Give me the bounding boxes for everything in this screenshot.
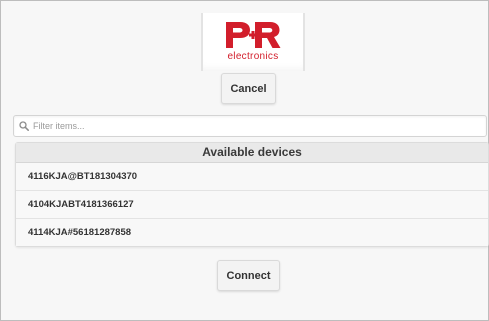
device-list-item[interactable]: 4104KJABT4181366127 (16, 191, 488, 219)
filter-search-box[interactable] (13, 115, 487, 137)
pr-logo-mark (226, 22, 281, 48)
filter-input[interactable] (33, 116, 473, 136)
connect-button[interactable]: Connect (217, 260, 280, 291)
logo: electronics (201, 13, 305, 71)
available-devices-list: Available devices 4116KJA@BT181304370 41… (15, 142, 489, 247)
device-list-item[interactable]: 4114KJA#56181287858 (16, 219, 488, 246)
logo-subtext: electronics (227, 51, 279, 62)
list-header: Available devices (16, 143, 488, 163)
device-list-item[interactable]: 4116KJA@BT181304370 (16, 163, 488, 191)
search-icon (19, 121, 29, 131)
cancel-button[interactable]: Cancel (221, 73, 276, 104)
app-window: electronics Cancel Available devices 411… (0, 0, 489, 321)
